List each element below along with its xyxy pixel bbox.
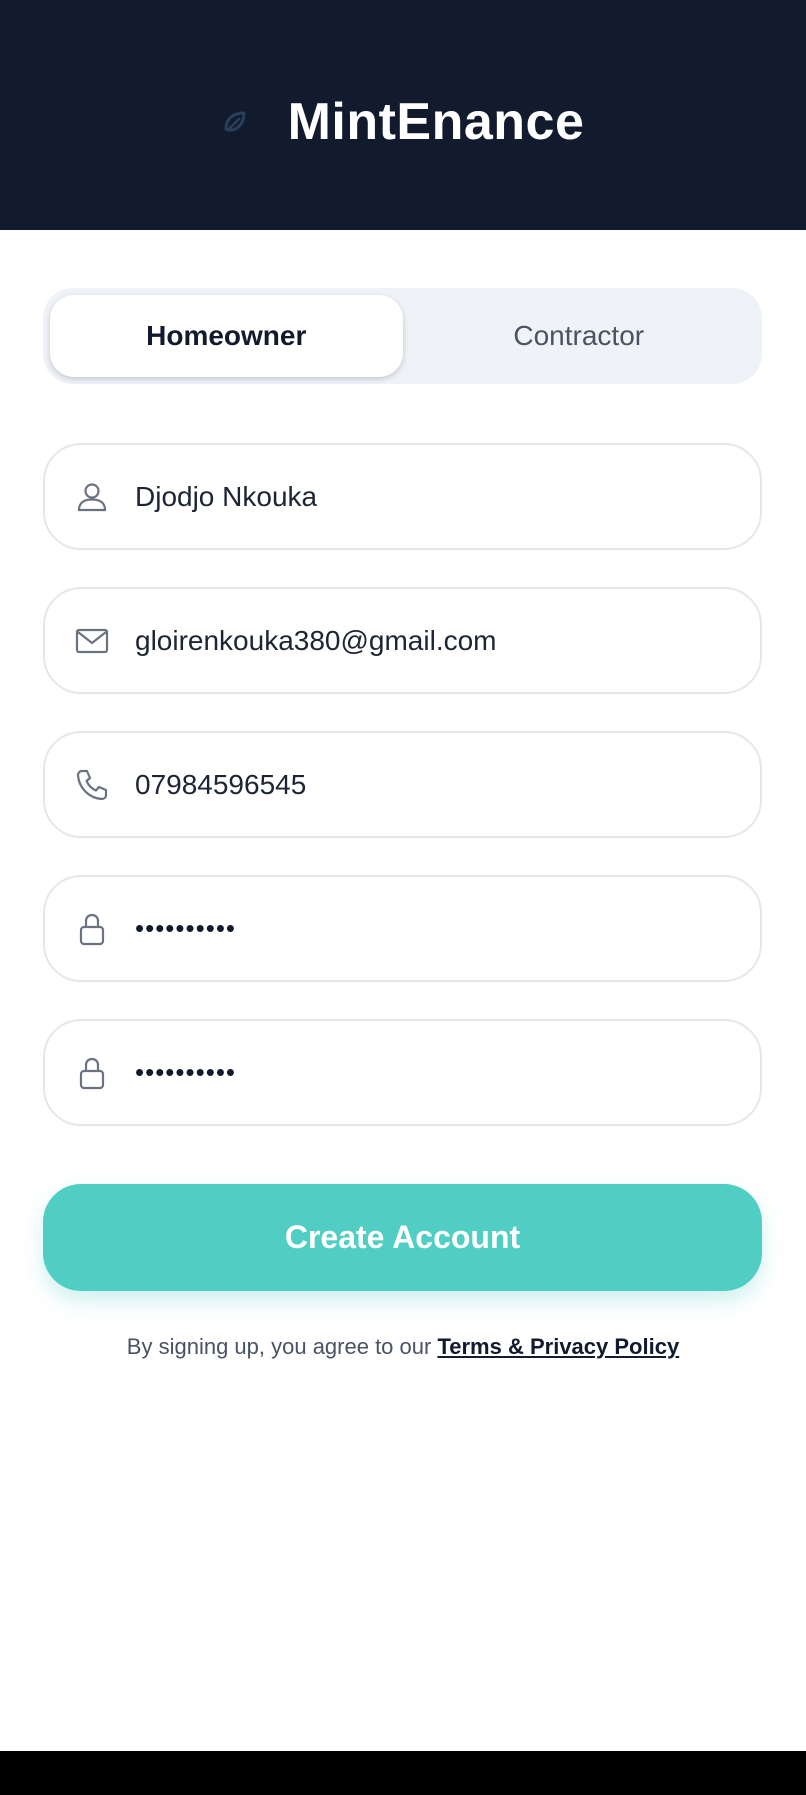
signup-screen: MintEnance Homeowner Contractor Djodjo N… — [0, 0, 806, 1795]
phone-value: 07984596545 — [135, 768, 307, 800]
app-title: MintEnance — [287, 93, 585, 151]
lock-icon — [75, 1056, 109, 1090]
brand: MintEnance — [222, 92, 585, 152]
mail-icon — [75, 624, 109, 658]
system-navigation-bar — [0, 1751, 806, 1795]
email-value: gloirenkouka380@gmail.com — [135, 624, 497, 656]
tab-contractor[interactable]: Contractor — [403, 295, 756, 377]
terms-privacy-link[interactable]: Terms & Privacy Policy — [437, 1334, 679, 1359]
legal-prefix: By signing up, you agree to our — [126, 1334, 432, 1359]
confirm-password-value: •••••••••• — [135, 1057, 237, 1087]
tab-homeowner[interactable]: Homeowner — [50, 295, 403, 377]
user-icon — [75, 480, 109, 514]
full-name-field[interactable]: Djodjo Nkouka — [43, 443, 762, 550]
app-header: MintEnance — [0, 0, 806, 230]
leaf-logo-icon — [222, 109, 248, 135]
lock-icon — [75, 912, 109, 946]
create-account-button[interactable]: Create Account — [43, 1184, 762, 1291]
phone-field[interactable]: 07984596545 — [43, 731, 762, 838]
confirm-password-field[interactable]: •••••••••• — [43, 1019, 762, 1126]
role-selector: Homeowner Contractor — [43, 288, 762, 384]
email-field[interactable]: gloirenkouka380@gmail.com — [43, 587, 762, 694]
phone-icon — [75, 768, 109, 802]
password-value: •••••••••• — [135, 913, 237, 943]
password-field[interactable]: •••••••••• — [43, 875, 762, 982]
legal-notice: By signing up, you agree to our Terms & … — [0, 1334, 806, 1360]
full-name-value: Djodjo Nkouka — [135, 480, 318, 512]
